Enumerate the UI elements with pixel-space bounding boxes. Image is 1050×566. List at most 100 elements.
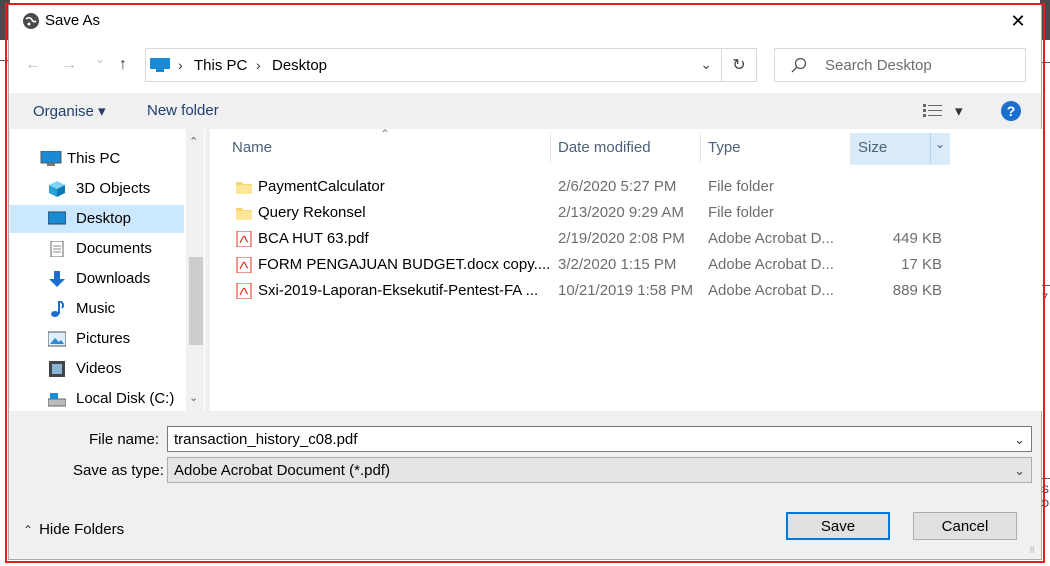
save-as-type-dropdown-icon: ⌄ — [1014, 463, 1025, 478]
file-name: PaymentCalculator — [258, 178, 385, 195]
new-folder-button[interactable]: New folder — [147, 102, 219, 119]
view-options-icon[interactable] — [923, 103, 947, 119]
recent-locations-button[interactable]: ⌄ — [95, 52, 105, 66]
cancel-button[interactable]: Cancel — [913, 512, 1017, 540]
file-row[interactable]: BCA HUT 63.pdf 2/19/2020 2:08 PM Adobe A… — [210, 226, 970, 252]
sidebar-item-music[interactable]: Music — [10, 295, 184, 323]
file-name-input[interactable]: transaction_history_c08.pdf ⌄ — [167, 426, 1032, 452]
music-icon — [51, 301, 65, 317]
file-date: 3/2/2020 1:15 PM — [558, 256, 677, 273]
background-text: 7 — [1041, 292, 1048, 304]
file-type: Adobe Acrobat D... — [708, 230, 834, 247]
command-toolbar: Organise ▾ New folder ▾ ? — [9, 93, 1041, 129]
save-as-type-select[interactable]: Adobe Acrobat Document (*.pdf) ⌄ — [167, 457, 1032, 483]
sidebar-item-this-pc[interactable]: This PC — [10, 145, 184, 173]
column-header-size[interactable]: Size — [858, 139, 887, 156]
back-button[interactable]: ← — [25, 56, 41, 74]
file-row[interactable]: Query Rekonsel 2/13/2020 9:29 AM File fo… — [210, 200, 970, 226]
column-divider — [700, 133, 701, 163]
sidebar-item-3d-objects[interactable]: 3D Objects — [10, 175, 184, 203]
column-header-date[interactable]: Date modified — [558, 139, 651, 156]
background-text: S — [1041, 484, 1049, 496]
file-name: Query Rekonsel — [258, 204, 366, 221]
close-button[interactable]: ✕ — [995, 5, 1041, 37]
save-as-dialog: Save As ✕ ← → ⌄ ↑ › This PC › Desktop ⌄ … — [8, 4, 1042, 560]
sidebar-item-local-disk[interactable]: Local Disk (C:) — [10, 385, 184, 413]
breadcrumb-separator: › — [256, 57, 261, 73]
file-size: 889 KB — [892, 282, 942, 299]
sidebar-item-desktop[interactable]: Desktop — [10, 205, 184, 233]
refresh-button[interactable]: ↻ — [721, 48, 757, 82]
file-row[interactable]: FORM PENGAJUAN BUDGET.docx copy.... 3/2/… — [210, 252, 970, 278]
file-date: 2/13/2020 9:29 AM — [558, 204, 684, 221]
file-name-value: transaction_history_c08.pdf — [174, 431, 358, 448]
hide-folders-label: Hide Folders — [39, 521, 125, 538]
folder-icon — [236, 208, 252, 220]
save-as-type-label: Save as type: — [73, 462, 164, 479]
organise-button[interactable]: Organise ▾ — [33, 102, 106, 120]
sidebar-item-downloads[interactable]: Downloads — [10, 265, 184, 293]
resize-grip-icon[interactable]: ⠿ — [1029, 546, 1035, 555]
forward-button[interactable]: → — [61, 56, 77, 74]
videos-icon — [49, 361, 65, 377]
view-dropdown-icon[interactable]: ▾ — [955, 102, 963, 120]
file-name-dropdown-icon[interactable]: ⌄ — [1014, 432, 1025, 448]
file-type: File folder — [708, 178, 774, 195]
pdf-icon — [236, 257, 252, 273]
desktop-icon — [48, 211, 66, 225]
sidebar-scrollbar[interactable]: ⌃ ⌄ — [186, 129, 204, 411]
navigation-pane: This PC 3D Objects Desktop Documents Dow… — [10, 129, 205, 411]
sidebar-item-documents[interactable]: Documents — [10, 235, 184, 263]
column-divider — [850, 133, 851, 163]
breadcrumb-desktop[interactable]: Desktop — [272, 57, 327, 74]
size-column-dropdown-icon[interactable]: ⌄ — [935, 137, 945, 151]
sidebar-item-videos[interactable]: Videos — [10, 355, 184, 383]
column-header-name[interactable]: Name — [232, 139, 272, 156]
file-name: Sxi-2019-Laporan-Eksekutif-Pentest-FA ..… — [258, 282, 539, 299]
sidebar-item-label: Documents — [76, 240, 152, 257]
sort-ascending-icon: ⌃ — [380, 127, 391, 141]
file-name-label: File name: — [89, 431, 160, 448]
breadcrumb-separator: › — [178, 57, 183, 73]
help-icon[interactable]: ? — [1001, 101, 1021, 121]
sidebar-item-pictures[interactable]: Pictures — [10, 325, 184, 353]
search-box[interactable]: Search Desktop — [774, 48, 1026, 82]
save-as-type-value: Adobe Acrobat Document (*.pdf) — [174, 462, 390, 479]
hide-folders-button[interactable]: ⌃ Hide Folders — [23, 521, 124, 538]
navigation-bar: ← → ⌄ ↑ › This PC › Desktop ⌄ ↻ Search D… — [9, 37, 1041, 93]
save-button[interactable]: Save — [786, 512, 890, 540]
app-globe-icon — [23, 13, 39, 29]
file-date: 2/19/2020 2:08 PM — [558, 230, 685, 247]
breadcrumb-this-pc[interactable]: This PC — [194, 57, 247, 74]
file-row[interactable]: PaymentCalculator 2/6/2020 5:27 PM File … — [210, 174, 970, 200]
up-button[interactable]: ↑ — [119, 56, 127, 74]
window-title: Save As — [45, 12, 101, 29]
search-icon — [791, 57, 807, 73]
sidebar-item-label: This PC — [67, 150, 121, 167]
file-list: ⌃ Name Date modified Type Size ⌄ Payment… — [210, 127, 1042, 411]
cube-icon — [49, 181, 65, 197]
refresh-icon: ↻ — [732, 57, 746, 74]
scrollbar-thumb[interactable] — [189, 257, 203, 345]
file-date: 2/6/2020 5:27 PM — [558, 178, 677, 195]
column-header-type[interactable]: Type — [708, 139, 741, 156]
file-name: BCA HUT 63.pdf — [258, 230, 369, 247]
column-divider — [550, 133, 551, 163]
folder-icon — [236, 182, 252, 194]
sidebar-item-label: Pictures — [76, 330, 131, 347]
address-dropdown-icon[interactable]: ⌄ — [700, 56, 712, 73]
sidebar-item-label: Music — [76, 300, 116, 317]
file-size: 17 KB — [901, 256, 942, 273]
search-placeholder: Search Desktop — [825, 57, 932, 74]
chevron-up-icon: ⌃ — [23, 523, 34, 537]
downloads-icon — [49, 271, 65, 287]
scroll-down-icon[interactable]: ⌄ — [189, 391, 198, 404]
file-row[interactable]: Sxi-2019-Laporan-Eksekutif-Pentest-FA ..… — [210, 278, 970, 304]
file-type: File folder — [708, 204, 774, 221]
sidebar-item-label: Downloads — [76, 270, 151, 287]
scroll-up-icon[interactable]: ⌃ — [189, 135, 198, 148]
address-bar[interactable]: › This PC › Desktop ⌄ — [145, 48, 727, 82]
this-pc-icon — [150, 58, 170, 72]
file-date: 10/21/2019 1:58 PM — [558, 282, 694, 299]
title-bar: Save As ✕ — [9, 5, 1041, 37]
